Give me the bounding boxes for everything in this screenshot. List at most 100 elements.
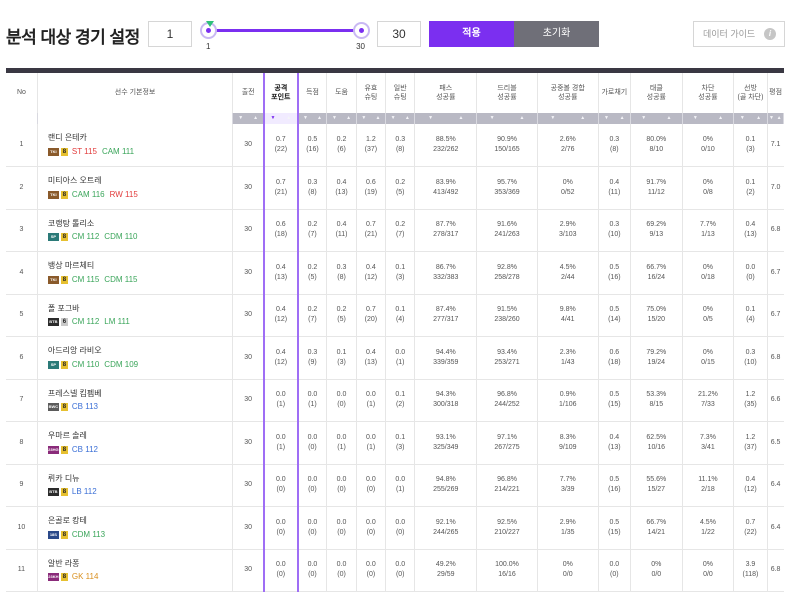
sort-desc-icon[interactable]: ▼: [599, 113, 615, 124]
slider-min-handle[interactable]: [200, 21, 217, 39]
sort-asc-icon[interactable]: ▲: [568, 113, 598, 124]
sort-desc-icon[interactable]: ▼: [477, 113, 507, 124]
sort-desc-icon[interactable]: ▼: [233, 113, 248, 124]
table-row[interactable]: 9 뤼카 디뉴 BTB 8 LB 112 30 0.0 (0) 0.0 (0) 0.0 (0) 0.0(…: [6, 464, 784, 507]
column-header-tackle[interactable]: 태클 성공률: [630, 73, 683, 113]
column-header-label: 성공률: [497, 94, 517, 101]
sort-asc-icon[interactable]: ▲: [750, 113, 766, 124]
table-row[interactable]: 11 알반 라퐁 23KH 8 GK 114 30 0.0 (0) 0.0 (0) 0.0 (0) 0.…: [6, 549, 784, 592]
cell-value: (7): [308, 316, 317, 324]
sort-desc-icon[interactable]: ▼: [357, 113, 371, 124]
sort-desc-icon[interactable]: ▼: [631, 113, 656, 124]
sort-desc-icon[interactable]: ▼: [768, 113, 776, 124]
player-name[interactable]: 코랭탕 톨리소: [48, 218, 232, 230]
cell-intercept: 0.5 (14): [598, 294, 632, 337]
cell-goals: 0.3 (8): [297, 166, 328, 210]
match-range-slider[interactable]: 1 30: [200, 14, 370, 54]
column-header-defense[interactable]: 선방 (골 차단): [733, 73, 768, 113]
sort-asc-icon[interactable]: ▲: [400, 113, 414, 124]
sort-asc-icon[interactable]: ▲: [312, 113, 326, 124]
sort-asc-icon[interactable]: ▲: [775, 113, 783, 124]
cell-value: (20): [364, 316, 378, 324]
sort-desc-icon[interactable]: ▼: [386, 113, 400, 124]
sort-asc-icon[interactable]: ▲: [281, 113, 297, 124]
column-header-block[interactable]: 차단 성공률: [682, 73, 735, 113]
player-name[interactable]: 미티아스 오트레: [48, 175, 232, 187]
sort-desc-icon[interactable]: ▼: [265, 113, 281, 124]
column-header-no[interactable]: No: [6, 73, 38, 113]
sort-desc-icon[interactable]: ▼: [327, 113, 341, 124]
cell-tackle: 79.2% 19/24: [630, 336, 683, 380]
table-row[interactable]: 1 랜디 은테카 TKI 8 ST 115 CAM 111 30 0.7 (22) 0.5 (16)…: [6, 124, 784, 167]
cell-value: 14/21: [647, 528, 666, 536]
column-header-player[interactable]: 선수 기본정보: [37, 73, 234, 113]
cell-value: 0.2: [395, 221, 406, 229]
sort-desc-icon[interactable]: ▼: [299, 113, 313, 124]
sort-desc-icon[interactable]: ▼: [734, 113, 750, 124]
table-row[interactable]: 4 뱅상 마르체티 TKI 8 CM 115 CDM 115 30 0.4 (13) 0.2 (5)…: [6, 251, 784, 295]
player-info-cell: 뱅상 마르체티 TKI 8 CM 115 CDM 115: [37, 251, 234, 295]
cell-value: (1): [395, 358, 405, 366]
cell-value: 55.6%: [646, 476, 667, 484]
max-match-input[interactable]: 30: [377, 21, 421, 47]
cell-value: 96.8%: [497, 391, 517, 399]
player-name[interactable]: 뱅상 마르체티: [48, 260, 232, 272]
player-name[interactable]: 폴 포그바: [48, 303, 232, 315]
enhancement-grade-badge: 8: [60, 233, 68, 242]
cell-intercept: 0.4 (13): [598, 421, 632, 465]
table-row[interactable]: 3 코랭탕 톨리소 SP 8 CM 112 CDM 110 30 0.6 (18) 0.2 (7) 0…: [6, 209, 784, 252]
sort-asc-icon[interactable]: ▲: [446, 113, 476, 124]
column-header-rating[interactable]: 평점: [767, 73, 784, 113]
cell-value: 0%: [562, 561, 573, 569]
sort-desc-icon[interactable]: ▼: [683, 113, 708, 124]
cell-value: (22): [744, 528, 757, 536]
sort-desc-icon[interactable]: ▼: [415, 113, 445, 124]
sort-asc-icon[interactable]: ▲: [708, 113, 733, 124]
cell-dribble: 92.5% 210/227: [476, 506, 538, 550]
reset-button[interactable]: 초기화: [514, 21, 599, 47]
min-match-input[interactable]: 1: [148, 21, 192, 47]
table-row[interactable]: 10 은골로 캉테 18S 8 CDM 113 30 0.0 (0) 0.0 (0) 0.0 (0) 0…: [6, 506, 784, 550]
player-name[interactable]: 알반 라퐁: [48, 558, 232, 570]
player-name[interactable]: 뤼카 디뉴: [48, 473, 232, 485]
cell-value: 0.4: [275, 348, 286, 356]
column-header-shots_on[interactable]: 유효 슈팅: [356, 73, 387, 113]
column-header-shots[interactable]: 일반 슈팅: [385, 73, 416, 113]
slider-max-handle[interactable]: [353, 22, 370, 39]
cell-value: 75.0%: [646, 306, 667, 314]
table-row[interactable]: 2 미티아스 오트레 TKI 8 CAM 116 RW 115 30 0.7 (21) 0.3 (8…: [6, 166, 784, 210]
player-name[interactable]: 우마르 솔레: [48, 430, 232, 442]
sort-asc-icon[interactable]: ▲: [614, 113, 630, 124]
player-name[interactable]: 프레스넬 킴펨베: [48, 388, 232, 400]
sort-asc-icon[interactable]: ▲: [342, 113, 356, 124]
cell-no: 1: [6, 124, 38, 167]
column-header-pass[interactable]: 패스 성공률: [414, 73, 478, 113]
sort-desc-icon[interactable]: ▼: [538, 113, 568, 124]
column-header-dribble[interactable]: 드리블 성공률: [476, 73, 538, 113]
column-header-apps[interactable]: 출전: [232, 73, 265, 113]
cell-value: 8/10: [649, 146, 664, 153]
sort-asc-icon[interactable]: ▲: [371, 113, 385, 124]
table-row[interactable]: 5폴 포그바 BTB 6 CM 112 LM 111 30 0.4 (12) 0.2 (7) 0.2…: [6, 294, 784, 337]
column-header-intercept[interactable]: 가로채기: [598, 73, 632, 113]
player-name[interactable]: 아드리앙 라비오: [48, 345, 232, 357]
sort-asc-icon[interactable]: ▲: [248, 113, 263, 124]
position-rating: RW 115: [109, 189, 138, 199]
data-guide-button[interactable]: 데이터 가이드 i: [693, 21, 785, 47]
column-header-label: No: [16, 89, 26, 97]
column-header-attack_pts[interactable]: 공격 포인트: [263, 73, 299, 113]
player-name[interactable]: 랜디 은테카: [48, 132, 232, 144]
player-name[interactable]: 은골로 캉테: [48, 515, 232, 527]
table-row[interactable]: 7 프레스넬 킴펨베 BWC 8 CB 113 30 0.0 (1) 0.0 (1) 0.0 (0) 0…: [6, 379, 784, 422]
column-header-goals[interactable]: 득점: [297, 73, 328, 113]
column-header-aerial[interactable]: 공중볼 경합 성공률: [537, 73, 599, 113]
table-row[interactable]: 8 우마르 솔레 23HG 8 CB 112 30 0.0 (1) 0.0 (0) 0.0 (1) 0.…: [6, 421, 784, 465]
apply-button[interactable]: 적용: [429, 21, 514, 47]
sort-asc-icon[interactable]: ▲: [507, 113, 537, 124]
column-header-label: (골 차단): [737, 94, 764, 101]
table-row[interactable]: 6 아드리앙 라비오 SP 8 CM 110 CDM 109 30 0.4 (12) 0.3 (9)…: [6, 336, 784, 380]
column-header-assists[interactable]: 도움: [326, 73, 357, 113]
sort-asc-icon[interactable]: ▲: [656, 113, 681, 124]
cell-value: 16/24: [647, 273, 666, 281]
cell-value: 15/27: [647, 486, 666, 494]
